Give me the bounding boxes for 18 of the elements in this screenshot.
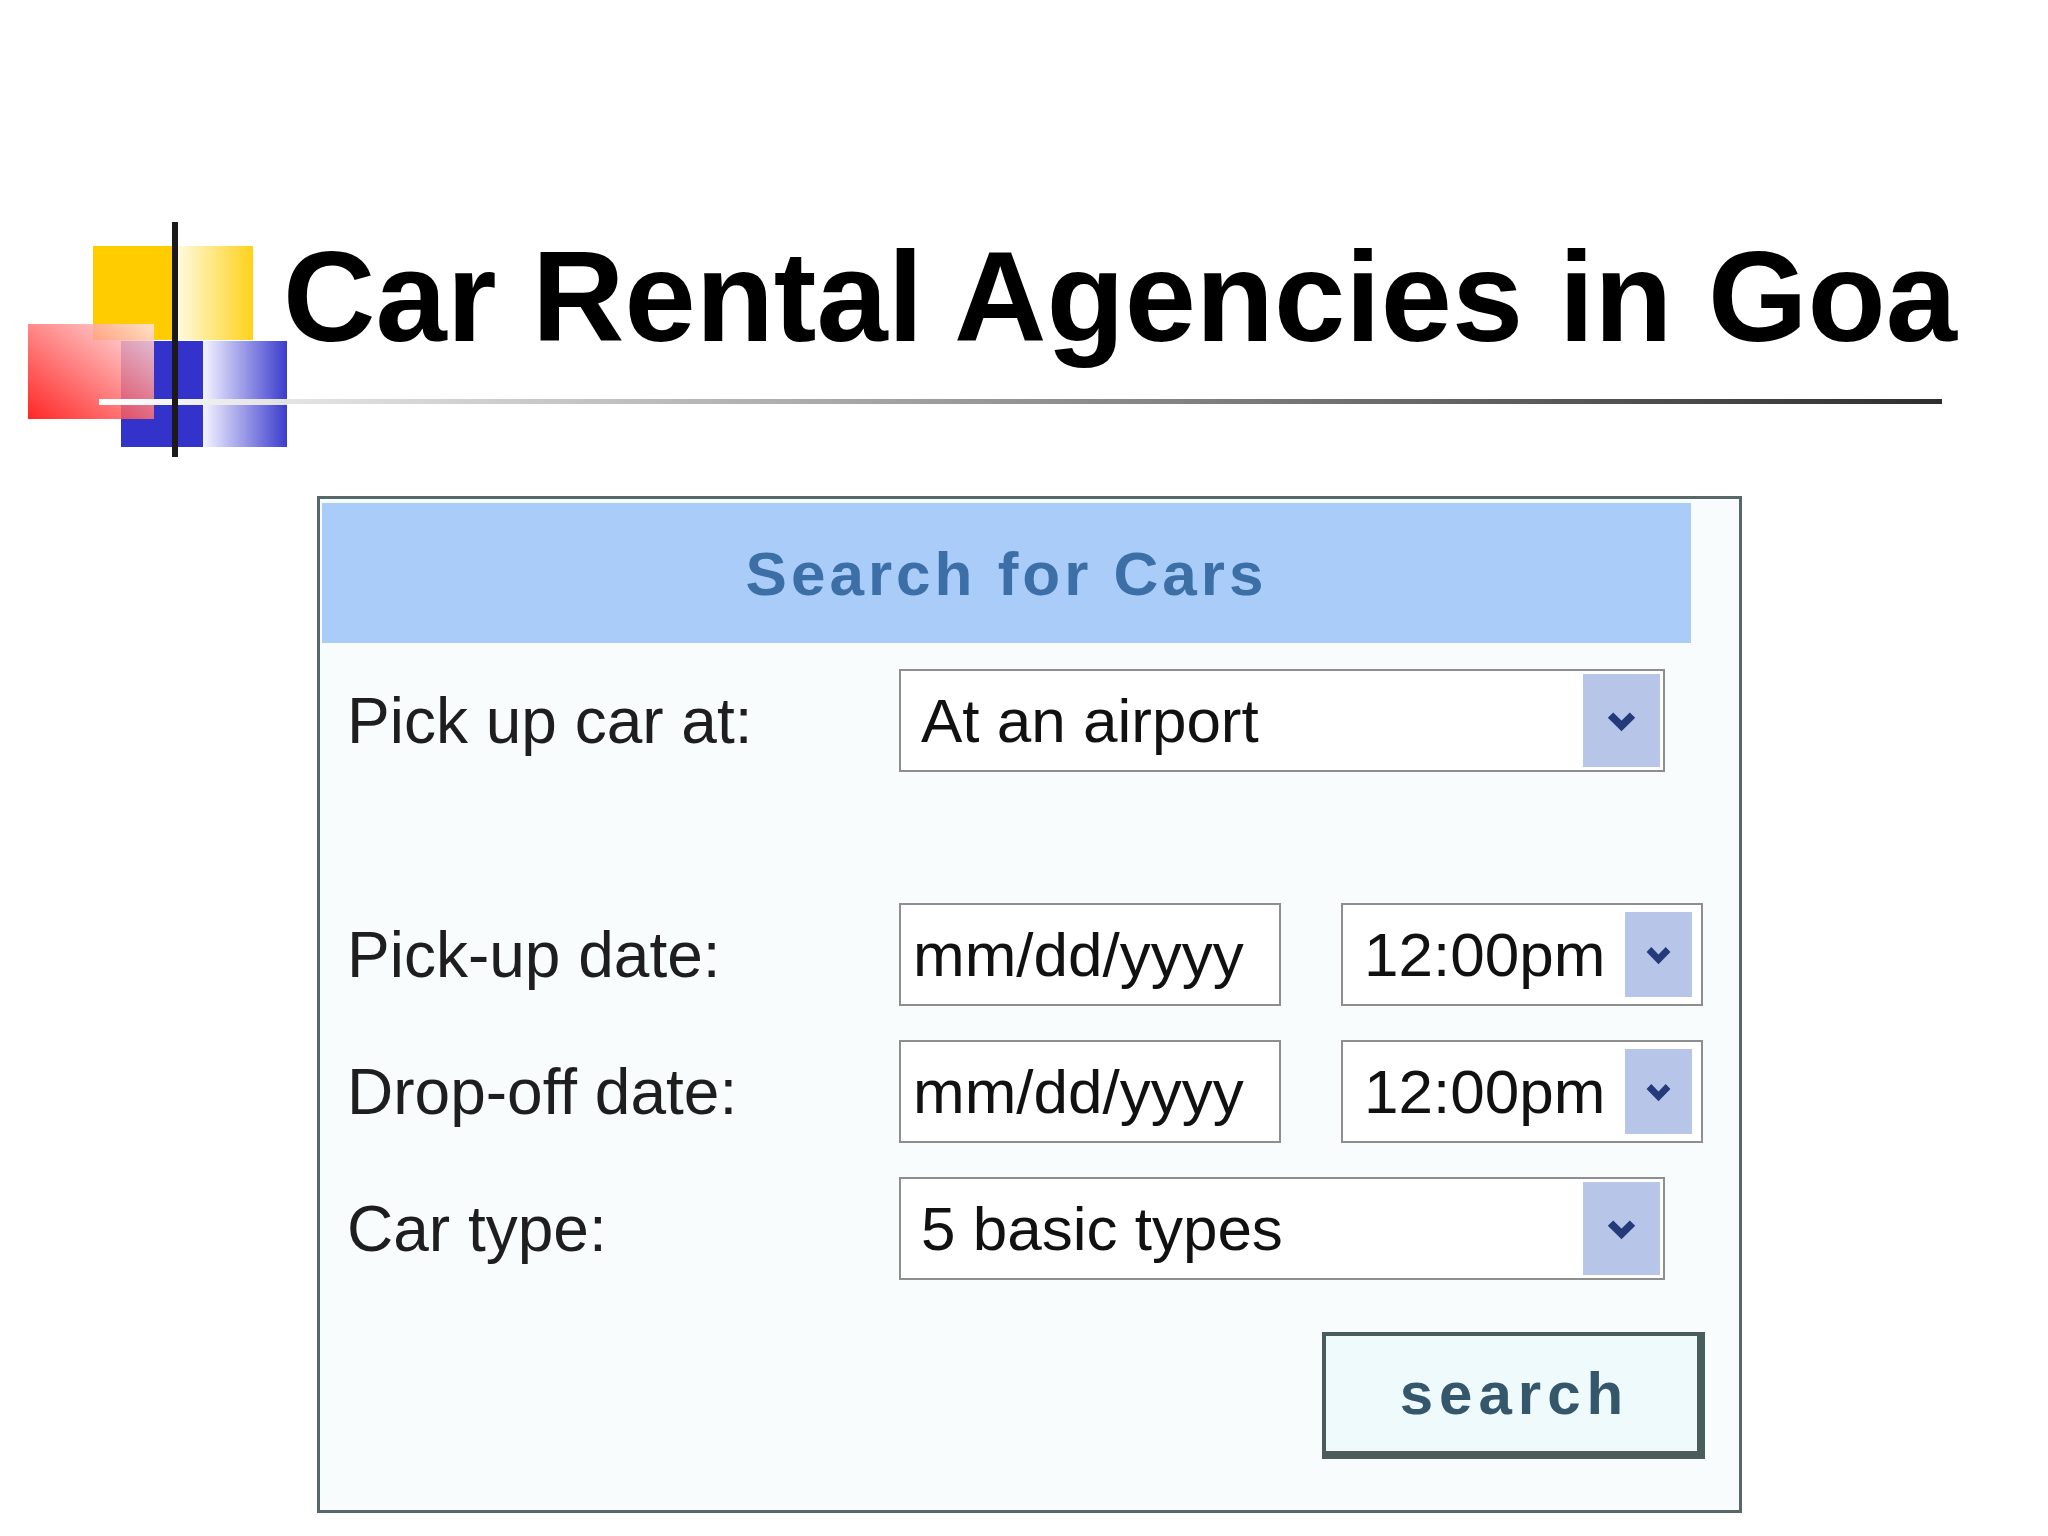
field-label: Drop-off date: <box>347 1054 739 1129</box>
chevron-down-icon <box>1625 1049 1692 1134</box>
time-dropdown[interactable]: 12:00pm <box>1341 903 1703 1006</box>
field-label: Car type: <box>347 1191 608 1266</box>
date-field[interactable]: mm/dd/yyyy <box>899 903 1281 1006</box>
field-label: Pick up car at: <box>347 683 754 758</box>
field-label: Pick-up date: <box>347 917 722 992</box>
form-header: Search for Cars <box>322 503 1691 643</box>
chevron-down-icon <box>1625 912 1692 997</box>
color-blocks-icon <box>28 222 287 457</box>
dropdown[interactable]: At an airport <box>899 669 1665 772</box>
date-field[interactable]: mm/dd/yyyy <box>899 1040 1281 1143</box>
dropdown[interactable]: 5 basic types <box>899 1177 1665 1280</box>
chevron-down-icon <box>1583 674 1660 767</box>
chevron-down-icon <box>1583 1182 1660 1275</box>
slide-title: Car Rental Agencies in Goa <box>283 224 1957 370</box>
time-dropdown[interactable]: 12:00pm <box>1341 1040 1703 1143</box>
search-button[interactable]: search <box>1322 1332 1705 1459</box>
